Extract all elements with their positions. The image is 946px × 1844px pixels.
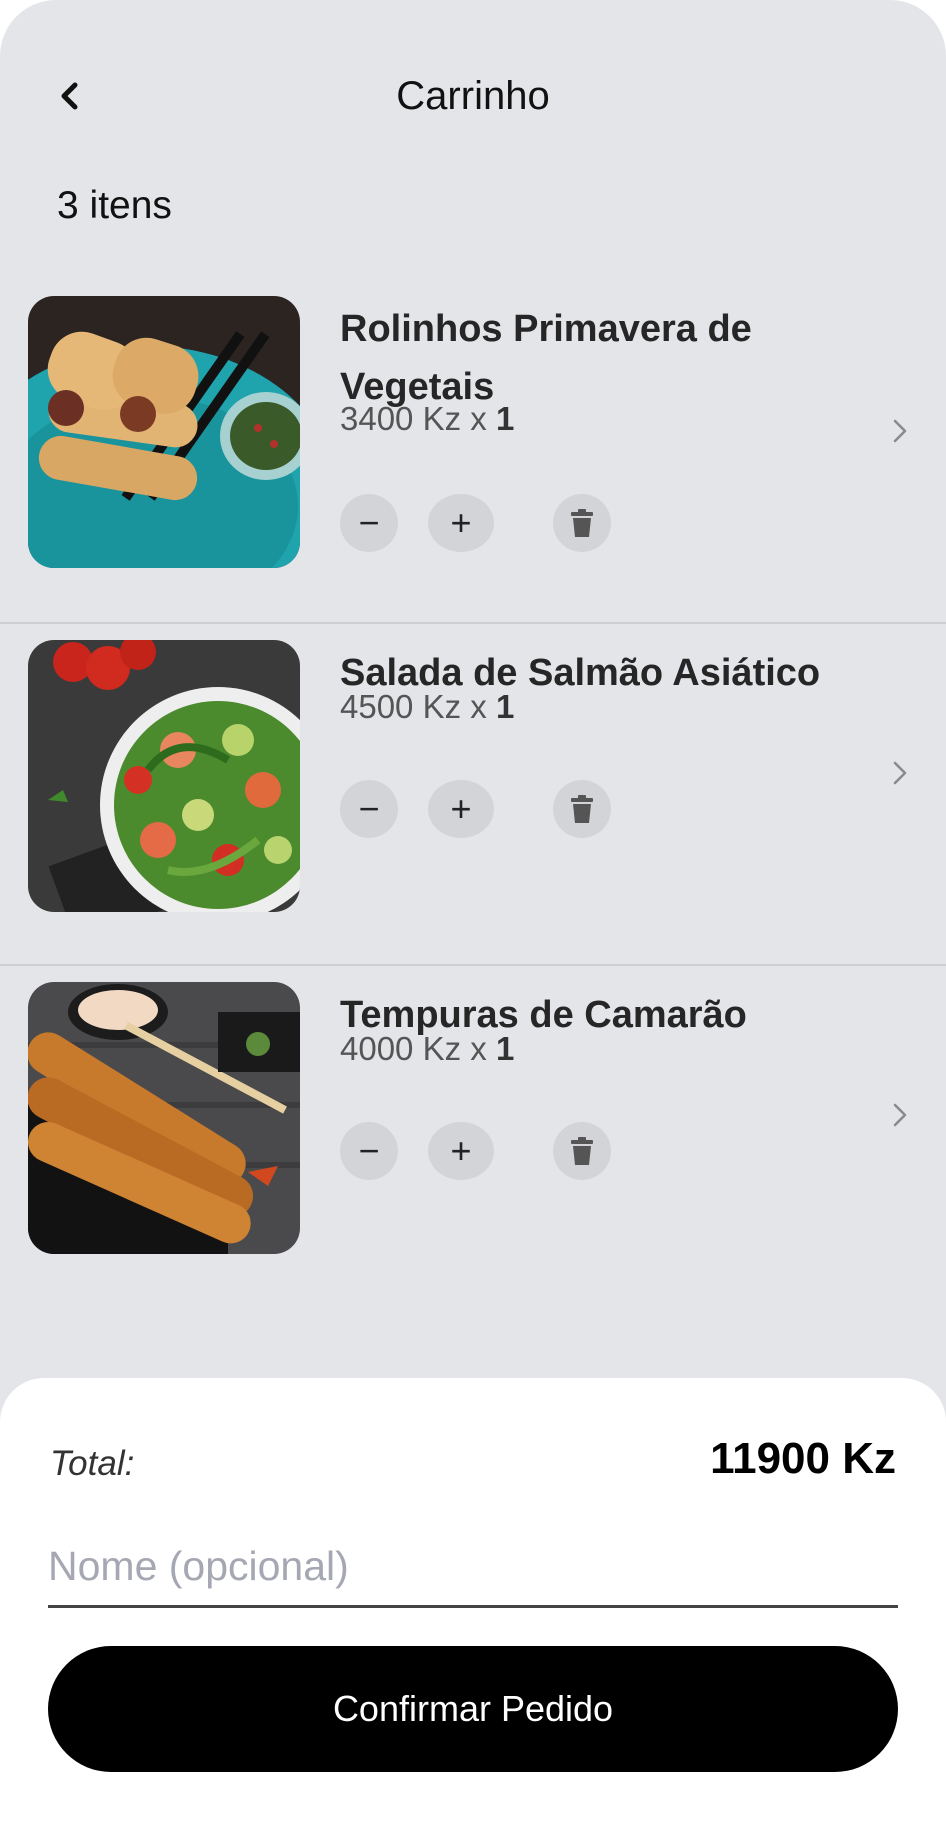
decrease-button[interactable]: − [340, 1122, 398, 1180]
increase-button[interactable]: + [428, 780, 494, 838]
item-price: 4500 Kz x 1 [340, 688, 514, 726]
chevron-right-icon [893, 419, 907, 443]
cart-item[interactable]: Salada de Salmão Asiático 4500 Kz x 1 − … [0, 622, 946, 964]
item-name: Rolinhos Primavera de Vegetais [340, 308, 752, 408]
remove-button[interactable] [553, 1122, 611, 1180]
shrimp-tempura-photo [28, 982, 300, 1254]
trash-icon [571, 795, 593, 823]
item-price: 4000 Kz x 1 [340, 1030, 514, 1068]
unit-price: 4500 Kz x [340, 688, 496, 725]
item-details-button[interactable] [888, 1100, 912, 1130]
increase-button[interactable]: + [428, 1122, 494, 1180]
chevron-right-icon [893, 1103, 907, 1127]
quantity-controls: − + [340, 1122, 640, 1180]
decrease-button[interactable]: − [340, 780, 398, 838]
remove-button[interactable] [553, 780, 611, 838]
page-title: Carrinho [396, 74, 550, 118]
remove-button[interactable] [553, 494, 611, 552]
item-quantity: 1 [495, 1030, 515, 1067]
item-quantity: 1 [495, 688, 515, 725]
name-input[interactable] [48, 1528, 898, 1608]
confirm-order-button[interactable]: Confirmar Pedido [48, 1646, 898, 1772]
cart-screen: Carrinho 3 itens Rolinhos Primavera de V… [0, 0, 946, 1844]
trash-icon [571, 1137, 593, 1165]
item-price: 3400 Kz x 1 [340, 400, 514, 438]
cart-item[interactable]: Rolinhos Primavera de Vegetais 3400 Kz x… [0, 280, 946, 622]
quantity-controls: − + [340, 780, 640, 838]
item-details-button[interactable] [888, 416, 912, 446]
item-details-button[interactable] [888, 758, 912, 788]
item-count: 3 itens [57, 184, 172, 227]
unit-price: 3400 Kz x [340, 400, 496, 437]
spring-rolls-photo [28, 296, 300, 568]
cart-item-list: Rolinhos Primavera de Vegetais 3400 Kz x… [0, 280, 946, 1306]
trash-icon [571, 509, 593, 537]
chevron-right-icon [893, 761, 907, 785]
total-label: Total: [50, 1444, 135, 1483]
quantity-controls: − + [340, 494, 640, 552]
order-summary-sheet: Total: 11900 Kz Confirmar Pedido [0, 1378, 946, 1844]
salmon-salad-photo [28, 640, 300, 912]
unit-price: 4000 Kz x [340, 1030, 496, 1067]
header: Carrinho 3 itens [0, 0, 946, 227]
item-quantity: 1 [495, 400, 515, 437]
total-value: 11900 Kz [710, 1434, 896, 1483]
decrease-button[interactable]: − [340, 494, 398, 552]
increase-button[interactable]: + [428, 494, 494, 552]
cart-item[interactable]: Tempuras de Camarão 4000 Kz x 1 − + [0, 964, 946, 1306]
